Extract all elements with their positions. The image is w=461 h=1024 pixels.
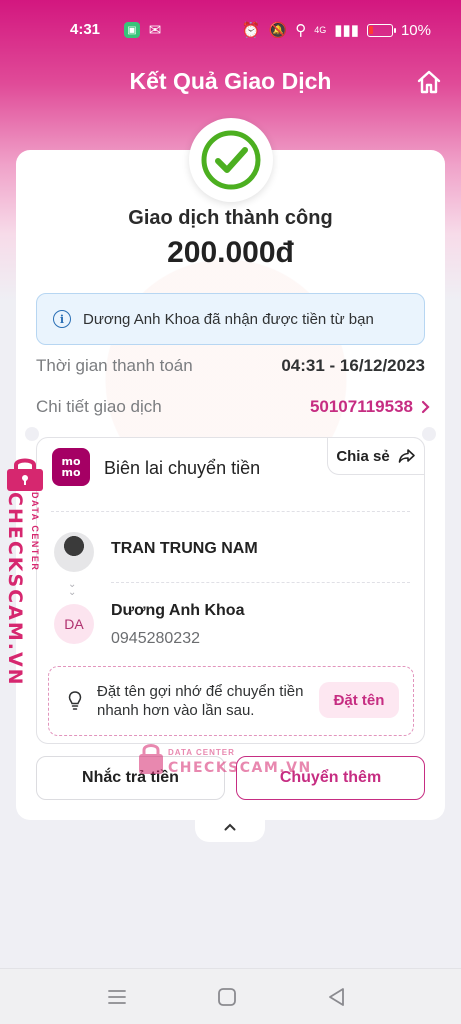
collapse-button[interactable]: [195, 812, 265, 842]
messenger-icon: ✉: [148, 22, 162, 39]
home-icon[interactable]: [415, 68, 443, 96]
share-label: Chia sẻ: [336, 447, 390, 465]
transaction-id-link[interactable]: 50107119538: [310, 397, 431, 417]
share-icon: [398, 449, 415, 463]
sender-avatar: [54, 532, 94, 572]
chevron-up-icon: [224, 823, 236, 831]
receipt-divider: [51, 511, 410, 512]
watermark-subtext: DATA CENTER: [30, 492, 40, 572]
recipient-avatar: DA: [54, 604, 94, 644]
system-nav-bar: [0, 968, 461, 1024]
recipient-phone: 0945280232: [111, 630, 200, 647]
success-badge: [189, 118, 273, 202]
transaction-id: 50107119538: [309, 397, 413, 416]
nickname-tip: Đặt tên gợi nhớ để chuyển tiền nhanh hơn…: [48, 666, 414, 736]
battery-percent: 10%: [400, 21, 431, 39]
payment-time-value: 04:31 - 16/12/2023: [281, 356, 425, 375]
info-icon: i: [53, 310, 71, 328]
card-notch-right: [422, 427, 436, 441]
card-notch-left: [25, 427, 39, 441]
network-label: 4G: [314, 25, 327, 35]
chevron-right-icon: [421, 400, 430, 414]
watermark-center-text: CHECKSCAM.VN: [168, 760, 312, 776]
logo-text-bottom: mo: [61, 466, 81, 479]
transaction-amount: 200.000đ: [167, 236, 294, 269]
set-name-button[interactable]: Đặt tên: [319, 682, 399, 718]
momo-logo: mo mo: [52, 448, 90, 486]
check-icon: [201, 130, 261, 190]
menu-icon[interactable]: [106, 986, 128, 1008]
receipt-title: Biên lai chuyển tiền: [104, 458, 261, 478]
lightbulb-icon: [68, 691, 82, 710]
chevron-down-icon: ⌄ ⌄: [68, 579, 77, 598]
lock-icon: [139, 744, 163, 774]
status-indicators: ⏰ 🔕 ⚲ 4G ▮▮▮ 10%: [241, 21, 431, 40]
sender-name: TRAN TRUNG NAM: [111, 540, 258, 557]
watermark-center: DATA CENTER CHECKSCAM.VN: [138, 742, 310, 782]
transaction-detail-label: Chi tiết giao dịch: [36, 397, 162, 416]
share-button[interactable]: Chia sẻ: [327, 437, 425, 475]
lock-icon: [7, 458, 43, 491]
notice-text: Dương Anh Khoa đã nhận được tiền từ bạn: [83, 310, 374, 328]
back-icon[interactable]: [326, 986, 348, 1008]
watermark-center-subtext: DATA CENTER: [168, 748, 235, 757]
watermark-text: CHECKSCAM.VN: [4, 492, 26, 687]
alarm-icon: ⏰: [241, 22, 261, 39]
signal-icon: ▮▮▮: [334, 22, 359, 39]
mute-icon: 🔕: [268, 22, 288, 39]
payment-time-label: Thời gian thanh toán: [36, 356, 193, 375]
page-title: Kết Quả Giao Dịch: [129, 68, 332, 94]
party-divider: [111, 582, 410, 583]
location-icon: ⚲: [295, 22, 307, 39]
status-bar: 4:31 ▣ ✉ ⏰ 🔕 ⚲ 4G ▮▮▮ 10%: [0, 0, 461, 58]
app-notification-icon: ▣: [124, 22, 140, 38]
transaction-status: Giao dịch thành công: [128, 207, 333, 229]
tip-text: Đặt tên gợi nhớ để chuyển tiền nhanh hơn…: [97, 683, 304, 719]
receive-notice: i Dương Anh Khoa đã nhận được tiền từ bạ…: [36, 293, 425, 345]
home-square-icon[interactable]: [216, 986, 238, 1008]
recipient-name: Dương Anh Khoa: [111, 602, 245, 619]
battery-icon: [366, 23, 396, 37]
transfer-receipt: mo mo Biên lai chuyển tiền Chia sẻ TRAN …: [36, 437, 425, 744]
status-time: 4:31: [70, 21, 101, 38]
